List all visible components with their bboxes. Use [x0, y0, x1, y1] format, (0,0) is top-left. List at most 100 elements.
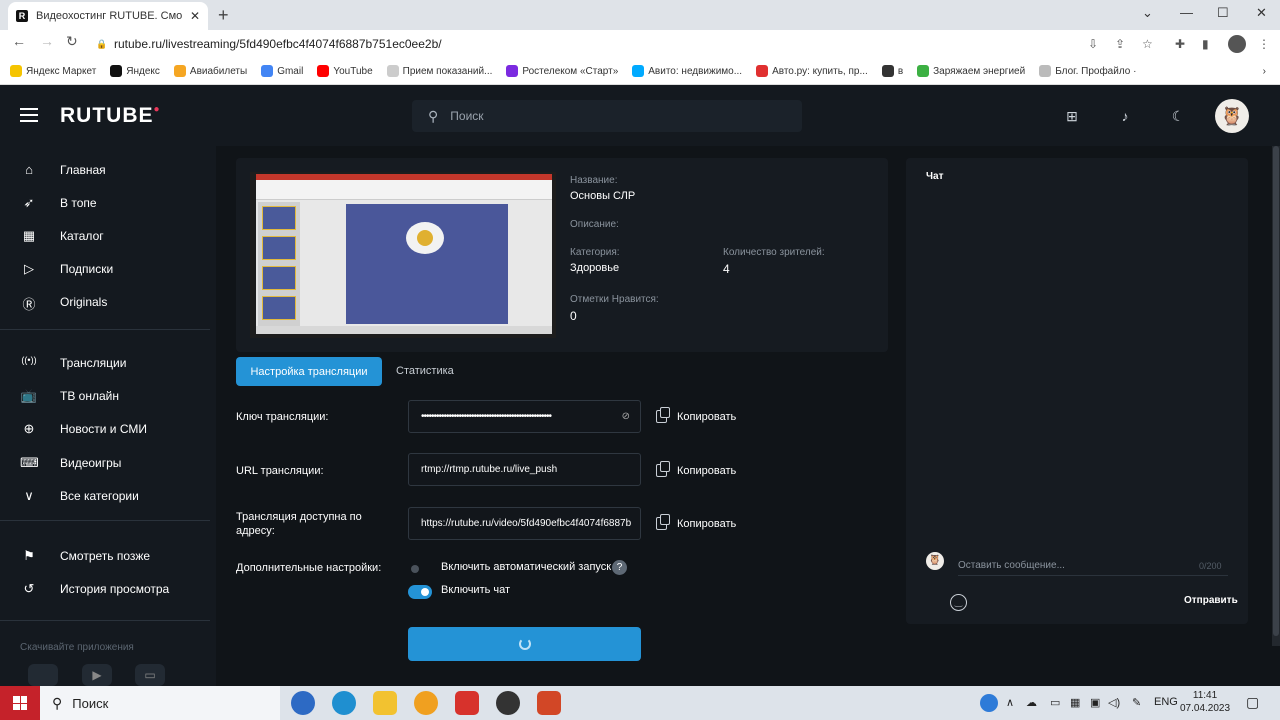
scrollbar-thumb[interactable]	[1273, 146, 1279, 636]
yandex-app-icon[interactable]	[414, 691, 438, 715]
tab-stream-settings[interactable]: Настройка трансляции	[236, 357, 382, 386]
network-icon[interactable]: ▦	[1070, 696, 1080, 709]
bookmark-item[interactable]: Яндекс	[110, 65, 160, 77]
menu-icon[interactable]: ⋮	[1258, 37, 1270, 51]
history-icon: ↺	[23, 581, 35, 596]
bookmarks-bar: Яндекс Маркет Яндекс Авиабилеты Gmail YouTub…	[0, 58, 1280, 85]
install-icon[interactable]: ⇩	[1088, 37, 1098, 51]
preview-statusbar	[256, 326, 552, 334]
address-bar[interactable]: 🔒 rutube.ru/livestreaming/5fd490efbc4f40…	[96, 33, 1276, 55]
start-button[interactable]	[0, 686, 40, 720]
copy-key-button[interactable]: Копировать	[656, 407, 736, 423]
notifications-icon[interactable]: ▢	[1246, 694, 1259, 711]
tab-statistics[interactable]: Статистика	[396, 365, 454, 377]
sidebar-item-0[interactable]: ⌂ Главная	[20, 160, 106, 180]
search-box[interactable]: ⚲	[412, 100, 802, 132]
explorer-app-icon[interactable]	[373, 691, 397, 715]
send-button[interactable]: Отправить	[1184, 595, 1238, 606]
notifications-bell-icon[interactable]: ♪	[1117, 108, 1133, 124]
tray-app-icon[interactable]: ▣	[1090, 696, 1100, 709]
chat-message-input[interactable]	[958, 556, 1228, 576]
extensions-icon[interactable]: ✚	[1175, 37, 1185, 51]
stream-url-field[interactable]: rtmp://rtmp.rutube.ru/live_push	[408, 453, 641, 486]
bookmark-item[interactable]: Блог. Профайло ·	[1039, 65, 1136, 77]
reload-icon[interactable]: ↻	[66, 33, 78, 50]
bookmark-icon: ⚑	[23, 548, 35, 563]
hamburger-menu-icon[interactable]	[20, 108, 38, 122]
stream-preview[interactable]	[250, 172, 556, 338]
star-icon[interactable]: ☆	[1142, 37, 1153, 51]
sidebar-item-11[interactable]: ↺ История просмотра	[20, 579, 170, 599]
cloud-icon[interactable]: ☁	[1026, 696, 1037, 709]
smart-tv-icon[interactable]: ▭	[135, 664, 165, 686]
sidebar-item-5[interactable]: ((•)) Трансляции	[20, 353, 126, 373]
maximize-icon[interactable]: ☐	[1217, 5, 1229, 21]
new-tab-icon[interactable]: +	[218, 5, 229, 26]
rutube-logo[interactable]: RUTUBE●	[60, 104, 161, 128]
sidebar-item-1[interactable]: ➶ В топе	[20, 193, 97, 213]
tray-chevron-icon[interactable]: ∧	[1006, 696, 1014, 709]
sidebar-item-8[interactable]: ⌨ Видеоигры	[20, 453, 121, 473]
sidebar-item-9[interactable]: ∨ Все категории	[20, 486, 139, 506]
bookmark-item[interactable]: Авито: недвижимо...	[632, 65, 742, 77]
close-tab-icon[interactable]: ✕	[190, 9, 200, 23]
volume-icon[interactable]: ◁)	[1108, 696, 1120, 709]
page-scrollbar[interactable]	[1272, 146, 1280, 646]
save-button[interactable]	[408, 627, 641, 661]
bookmark-item[interactable]: Gmail	[261, 65, 303, 77]
close-window-icon[interactable]: ✕	[1256, 5, 1267, 21]
google-play-icon[interactable]: ▶	[82, 664, 112, 686]
minimize-icon[interactable]: —	[1180, 5, 1193, 20]
back-icon[interactable]: ←	[12, 33, 26, 49]
bookmark-item[interactable]: Яндекс Маркет	[10, 65, 96, 77]
forward-icon[interactable]: →	[40, 33, 54, 49]
clock[interactable]: 11:41 07.04.2023	[1180, 689, 1230, 715]
profile-icon[interactable]	[1228, 35, 1246, 53]
user-avatar[interactable]: 🦉	[1215, 99, 1249, 133]
sidebar-item-6[interactable]: 📺 ТВ онлайн	[20, 386, 119, 406]
bookmark-item[interactable]: Заряжаем энергией	[917, 65, 1025, 77]
search-input[interactable]	[450, 109, 751, 123]
help-tray-icon[interactable]	[980, 694, 998, 712]
eye-hidden-icon[interactable]: ⊘	[622, 411, 630, 422]
anydesk-app-icon[interactable]	[455, 691, 479, 715]
apple-store-icon[interactable]	[28, 664, 58, 686]
bookmark-item[interactable]: YouTube	[317, 65, 373, 77]
sidebar-item-3[interactable]: ▷ Подписки	[20, 259, 113, 279]
add-video-icon[interactable]: ⊞	[1064, 108, 1080, 124]
share-icon[interactable]: ⇪	[1115, 37, 1125, 51]
taskbar-search[interactable]: ⚲ Поиск	[40, 686, 280, 720]
dark-mode-moon-icon[interactable]: ☾	[1170, 108, 1186, 124]
bookmark-item[interactable]: Прием показаний...	[386, 65, 492, 77]
language-indicator[interactable]: ENG	[1154, 696, 1178, 708]
copy-url-button[interactable]: Копировать	[656, 461, 736, 477]
tab-search-icon[interactable]: ⌄	[1142, 5, 1153, 21]
sidebar-item-10[interactable]: ⚑ Смотреть позже	[20, 546, 150, 566]
browser-tab[interactable]: R Видеохостинг RUTUBE. Смотрит ✕	[8, 2, 208, 30]
sidepanel-icon[interactable]: ▮	[1202, 37, 1209, 51]
edge-app-icon[interactable]	[332, 691, 356, 715]
sidebar-item-label: Каталог	[60, 229, 104, 243]
chat-toggle[interactable]	[408, 585, 432, 599]
pen-icon[interactable]: ✎	[1132, 696, 1141, 709]
public-url-field[interactable]: https://rutube.ru/video/5fd490efbc4f4074…	[408, 507, 641, 540]
bookmarks-overflow-icon[interactable]: ›	[1263, 66, 1266, 77]
bookmark-icon	[110, 65, 123, 77]
bookmark-item[interactable]: Авто.ру: купить, пр...	[756, 65, 868, 77]
autostart-toggle[interactable]	[408, 562, 432, 576]
copy-public-url-button[interactable]: Копировать	[656, 514, 736, 530]
sidebar-item-2[interactable]: ▦ Каталог	[20, 226, 104, 246]
sidebar-item-7[interactable]: ⊕ Новости и СМИ	[20, 419, 147, 439]
emoji-icon[interactable]: ‿	[950, 594, 967, 611]
stream-key-field[interactable]: ••••••••••••••••••••••••••••••••••••••••…	[408, 400, 641, 433]
powerpoint-app-icon[interactable]	[537, 691, 561, 715]
sidebar-item-4[interactable]: Ⓡ Originals	[20, 292, 107, 312]
battery-icon[interactable]: ▭	[1050, 696, 1060, 709]
bookmark-item[interactable]: в	[881, 65, 903, 77]
chrome-app-icon[interactable]	[291, 691, 315, 715]
bookmark-item[interactable]: Авиабилеты	[173, 65, 247, 77]
help-icon[interactable]: ?	[612, 560, 627, 575]
recorder-app-icon[interactable]	[496, 691, 520, 715]
bookmark-item[interactable]: Ростелеком «Старт»	[506, 65, 618, 77]
clock-date: 07.04.2023	[1180, 703, 1231, 714]
